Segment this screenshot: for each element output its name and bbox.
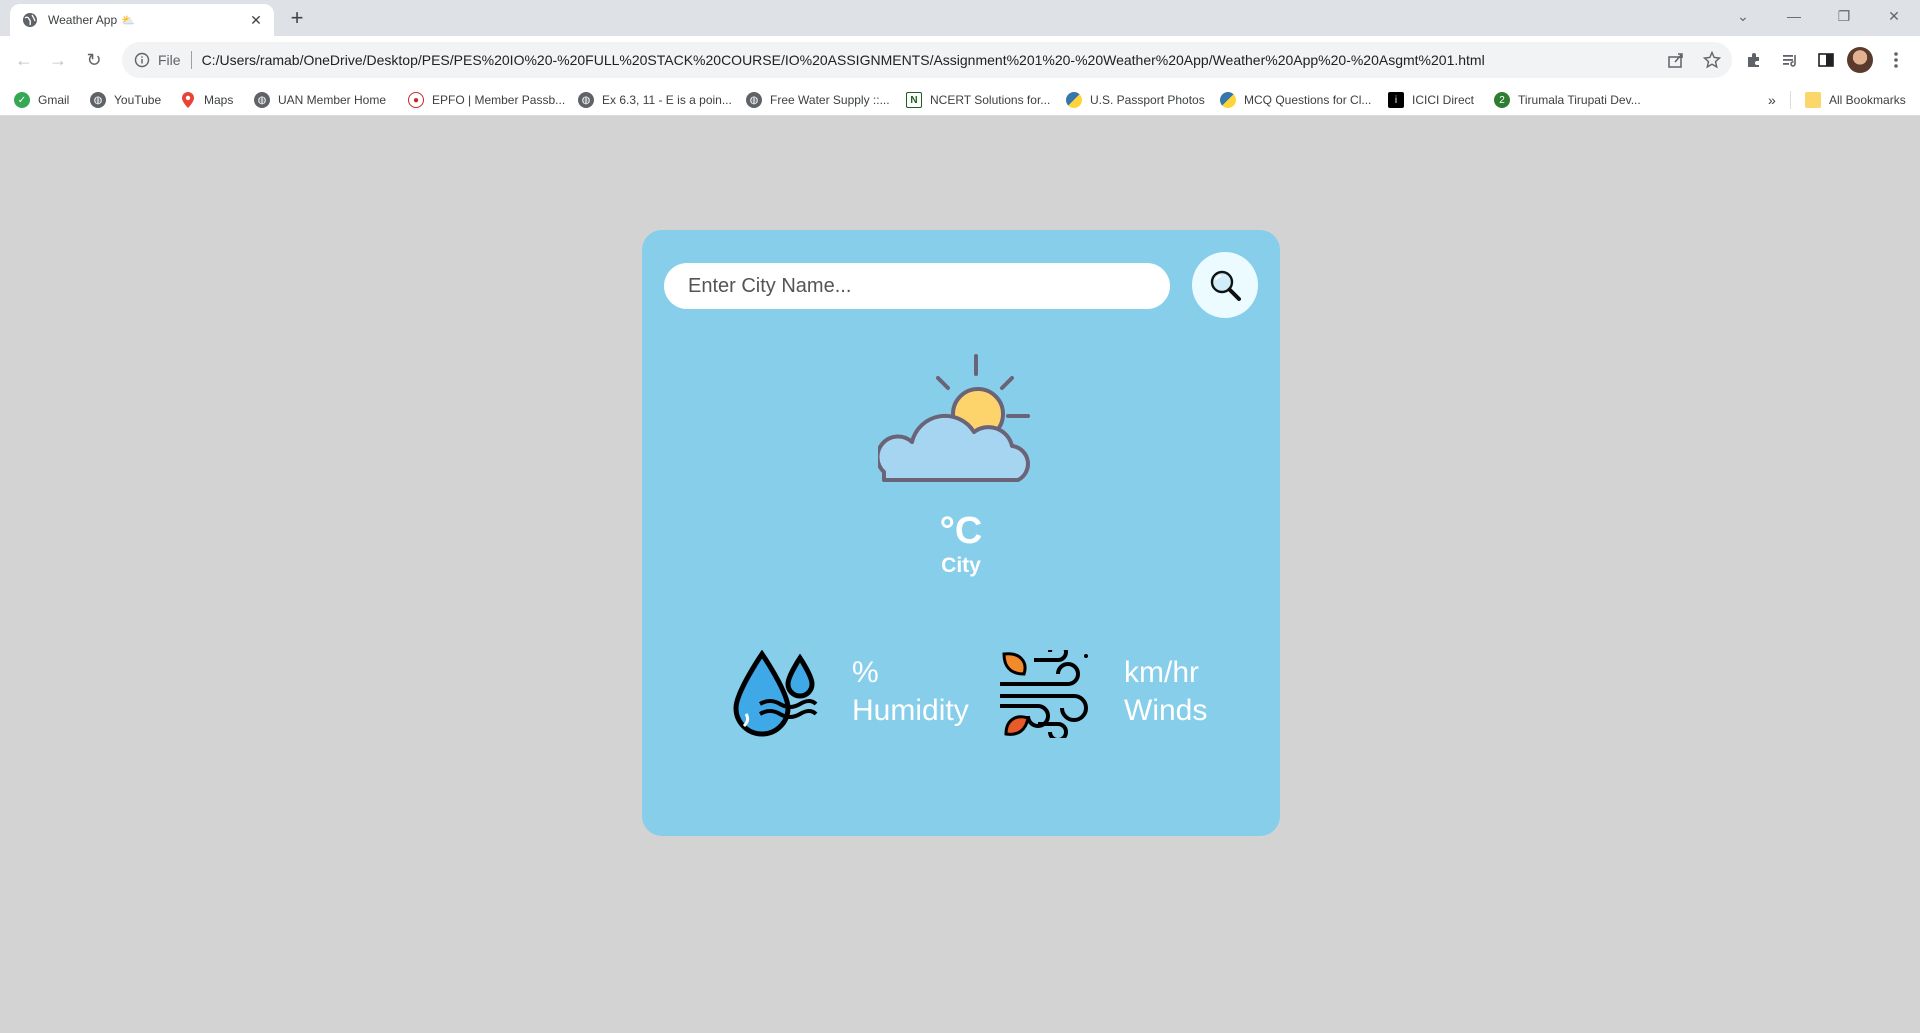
bookmarks-overflow-button[interactable]: » xyxy=(1768,92,1776,108)
restore-button[interactable]: ❐ xyxy=(1826,6,1862,26)
tab-emoji: ⛅ xyxy=(121,15,135,27)
bookmark-passport[interactable]: U.S. Passport Photos xyxy=(1066,92,1205,108)
bookmark-youtube[interactable]: ◍ YouTube xyxy=(90,92,161,108)
humidity-stat: % Humidity xyxy=(852,654,969,730)
side-panel-icon[interactable] xyxy=(1814,48,1838,72)
gmail-icon: ✓ xyxy=(14,92,30,108)
globe-icon: ◍ xyxy=(746,92,762,108)
weather-card: °C City % Humidity km/hr Winds xyxy=(642,230,1280,836)
bookmark-mcq[interactable]: MCQ Questions for Cl... xyxy=(1220,92,1371,108)
media-control-icon[interactable] xyxy=(1778,48,1802,72)
menu-kebab-icon[interactable] xyxy=(1884,48,1908,72)
bookmark-label: Gmail xyxy=(38,93,70,107)
icici-icon: i xyxy=(1388,92,1404,108)
all-bookmarks-folder[interactable]: All Bookmarks xyxy=(1790,91,1906,109)
bookmark-ttd[interactable]: 2 Tirumala Tirupati Dev... xyxy=(1494,92,1641,108)
new-tab-button[interactable]: + xyxy=(286,7,308,30)
bookmark-divider xyxy=(1790,91,1791,109)
minimize-button[interactable]: — xyxy=(1776,6,1812,26)
wind-label: Winds xyxy=(1124,694,1208,727)
bookmark-ex63[interactable]: ◍ Ex 6.3, 11 - E is a poin... xyxy=(578,92,732,108)
bookmark-label: Maps xyxy=(204,93,234,107)
epfo-icon: ● xyxy=(408,92,424,108)
wind-value: km/hr xyxy=(1124,656,1199,689)
tab-weather-app[interactable]: Weather App ⛅ ✕ xyxy=(10,4,274,36)
tab-close-icon[interactable]: ✕ xyxy=(248,12,264,28)
bookmark-label: UAN Member Home xyxy=(278,93,387,107)
bookmark-label: Tirumala Tirupati Dev... xyxy=(1518,93,1641,107)
ncert-icon: N xyxy=(906,92,922,108)
bookmark-icici[interactable]: i ICICI Direct xyxy=(1388,92,1474,108)
bookmarks-bar: ✓ Gmail ◍ YouTube Maps ◍ UAN Member Home… xyxy=(0,84,1920,116)
extensions-icon[interactable] xyxy=(1742,48,1766,72)
profile-avatar[interactable] xyxy=(1847,47,1873,73)
partly-cloudy-icon xyxy=(878,354,1030,482)
bookmark-epfo[interactable]: ● EPFO | Member Passb... xyxy=(408,92,565,108)
tab-title: Weather App ⛅ xyxy=(48,13,135,27)
bookmark-uan[interactable]: ◍ UAN Member Home xyxy=(254,92,386,108)
tab-search-icon[interactable]: ⌄ xyxy=(1725,6,1761,26)
share-icon[interactable] xyxy=(1664,48,1688,72)
overflow-label: » xyxy=(1768,92,1776,108)
bookmark-label: YouTube xyxy=(114,93,162,107)
humidity-value: % xyxy=(852,656,879,689)
bookmark-label: MCQ Questions for Cl... xyxy=(1244,93,1372,107)
search-icon xyxy=(1210,270,1241,301)
bookmark-ncert[interactable]: N NCERT Solutions for... xyxy=(906,92,1050,108)
humidity-icon xyxy=(733,650,818,737)
info-icon[interactable] xyxy=(134,52,150,68)
globe-icon: ◍ xyxy=(254,92,270,108)
python-icon xyxy=(1220,92,1236,108)
wind-icon xyxy=(1000,650,1088,738)
bookmark-maps[interactable]: Maps xyxy=(180,92,233,108)
humidity-label: Humidity xyxy=(852,694,969,727)
wind-stat: km/hr Winds xyxy=(1124,654,1207,730)
search-button[interactable] xyxy=(1192,252,1258,318)
url-text[interactable]: C:/Users/ramab/OneDrive/Desktop/PES/PES%… xyxy=(202,52,1485,68)
url-separator xyxy=(190,51,192,69)
globe-icon xyxy=(22,12,38,28)
city-name: City xyxy=(941,554,981,577)
ttd-icon: 2 xyxy=(1494,92,1510,108)
globe-icon: ◍ xyxy=(578,92,594,108)
bookmark-label: NCERT Solutions for... xyxy=(930,93,1051,107)
browser-toolbar: ← → ↻ File C:/Users/ramab/OneDrive/Deskt… xyxy=(0,36,1920,84)
address-bar[interactable]: File C:/Users/ramab/OneDrive/Desktop/PES… xyxy=(122,42,1732,78)
tab-strip: Weather App ⛅ ✕ + ⌄ — ❐ ✕ xyxy=(0,0,1920,36)
reload-button[interactable]: ↻ xyxy=(82,48,106,72)
folder-icon xyxy=(1805,92,1821,108)
back-button[interactable]: ← xyxy=(12,48,36,72)
bookmark-water-supply[interactable]: ◍ Free Water Supply ::... xyxy=(746,92,890,108)
forward-button[interactable]: → xyxy=(46,48,70,72)
globe-icon: ◍ xyxy=(90,92,106,108)
close-window-button[interactable]: ✕ xyxy=(1876,6,1912,26)
bookmark-label: EPFO | Member Passb... xyxy=(432,93,566,107)
bookmark-label: All Bookmarks xyxy=(1829,93,1906,107)
url-scheme: File xyxy=(158,52,181,68)
bookmark-gmail[interactable]: ✓ Gmail xyxy=(14,92,69,108)
temperature-value: °C xyxy=(939,510,983,552)
city-search-input[interactable] xyxy=(664,263,1170,309)
bookmark-label: ICICI Direct xyxy=(1412,93,1475,107)
bookmark-label: Ex 6.3, 11 - E is a poin... xyxy=(602,93,732,107)
bookmark-label: U.S. Passport Photos xyxy=(1090,93,1205,107)
maps-icon xyxy=(180,92,196,108)
bookmark-label: Free Water Supply ::... xyxy=(770,93,890,107)
bookmark-star-icon[interactable] xyxy=(1700,48,1724,72)
python-icon xyxy=(1066,92,1082,108)
